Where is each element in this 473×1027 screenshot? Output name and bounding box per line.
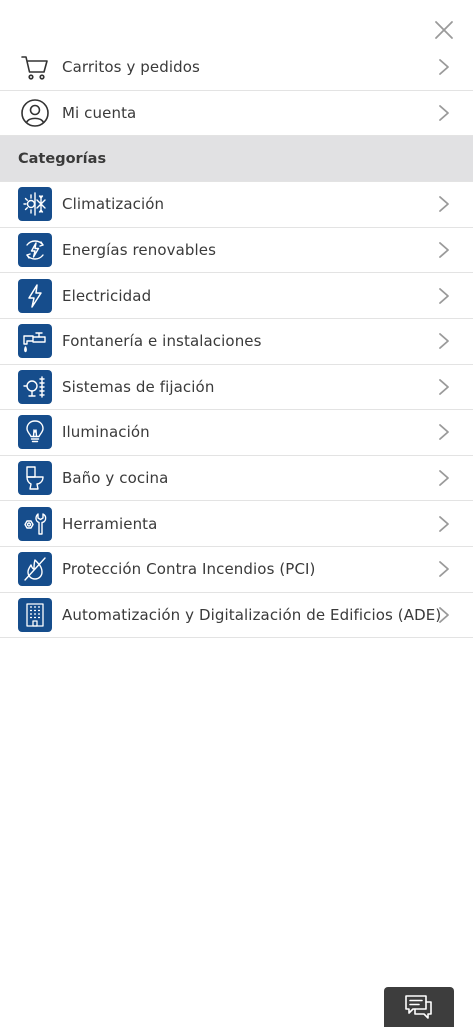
toilet-icon xyxy=(18,461,52,496)
chevron-right-icon xyxy=(436,468,452,488)
menu-item-label: Mi cuenta xyxy=(62,103,137,122)
lightning-icon xyxy=(18,278,52,313)
category-label: Automatización y Digitalización de Edifi… xyxy=(62,605,442,624)
category-item-fijacion[interactable]: Sistemas de fijación xyxy=(0,365,473,411)
chat-icon xyxy=(405,995,432,1019)
chat-button[interactable] xyxy=(384,987,454,1027)
chevron-right-icon xyxy=(436,103,452,123)
chevron-right-icon xyxy=(436,559,452,579)
fixing-icon xyxy=(18,369,52,404)
category-label: Sistemas de fijación xyxy=(62,377,215,396)
close-button[interactable] xyxy=(428,14,460,46)
chevron-right-icon xyxy=(436,240,452,260)
menu-list: Carritos y pedidos Mi cuenta Categorías xyxy=(0,45,473,639)
category-label: Electricidad xyxy=(62,286,152,305)
category-item-electricidad[interactable]: Electricidad xyxy=(0,273,473,319)
chevron-right-icon xyxy=(436,605,452,625)
renewable-energy-icon xyxy=(18,233,52,268)
category-label: Protección Contra Incendios (PCI) xyxy=(62,560,316,579)
user-icon xyxy=(18,96,52,130)
category-label: Energías renovables xyxy=(62,241,217,260)
category-label: Iluminación xyxy=(62,423,150,442)
fire-protection-icon xyxy=(18,552,52,587)
menu-item-label: Carritos y pedidos xyxy=(62,58,200,77)
chevron-right-icon xyxy=(436,194,452,214)
menu-item-account[interactable]: Mi cuenta xyxy=(0,91,473,137)
chevron-right-icon xyxy=(436,377,452,397)
category-item-herramienta[interactable]: Herramienta xyxy=(0,501,473,547)
chevron-right-icon xyxy=(436,331,452,351)
category-label: Climatización xyxy=(62,195,165,214)
building-icon xyxy=(18,597,52,632)
category-item-fontaneria[interactable]: Fontanería e instalaciones xyxy=(0,319,473,365)
category-item-pci[interactable]: Protección Contra Incendios (PCI) xyxy=(0,547,473,593)
category-label: Baño y cocina xyxy=(62,469,169,488)
section-title: Categorías xyxy=(18,150,107,167)
faucet-icon xyxy=(18,324,52,359)
lightbulb-icon xyxy=(18,415,52,450)
category-item-iluminacion[interactable]: Iluminación xyxy=(0,410,473,456)
menu-item-carts[interactable]: Carritos y pedidos xyxy=(0,45,473,91)
category-item-bano-cocina[interactable]: Baño y cocina xyxy=(0,456,473,502)
chevron-right-icon xyxy=(436,57,452,77)
chevron-right-icon xyxy=(436,422,452,442)
category-label: Fontanería e instalaciones xyxy=(62,332,262,351)
category-item-energias-renovables[interactable]: Energías renovables xyxy=(0,228,473,274)
chevron-right-icon xyxy=(436,286,452,306)
category-item-ade[interactable]: Automatización y Digitalización de Edifi… xyxy=(0,593,473,639)
category-label: Herramienta xyxy=(62,514,158,533)
climate-icon xyxy=(18,187,52,222)
cart-icon xyxy=(18,50,52,84)
chevron-right-icon xyxy=(436,514,452,534)
wrench-icon xyxy=(18,506,52,541)
category-item-climatizacion[interactable]: Climatización xyxy=(0,182,473,228)
close-icon xyxy=(435,21,453,39)
categories-section-header: Categorías xyxy=(0,136,473,183)
